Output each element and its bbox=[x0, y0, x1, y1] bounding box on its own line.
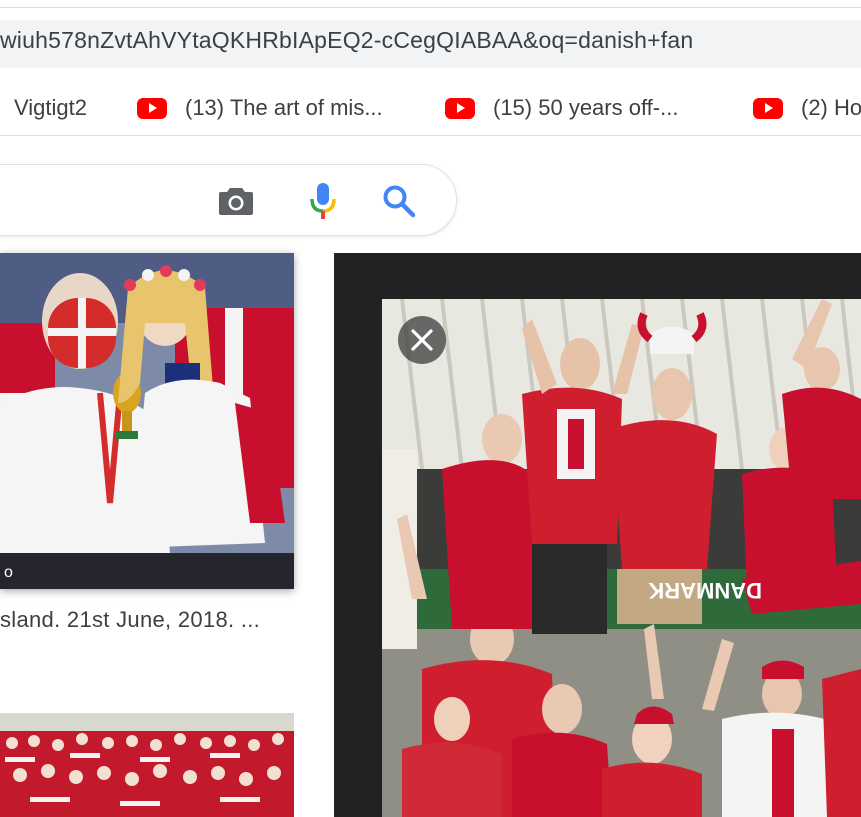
address-bar[interactable]: wiuh578nZvtAhVYtaQKHRbIApEQ2-cCegQIABAA&… bbox=[0, 8, 861, 70]
url-text[interactable]: wiuh578nZvtAhVYtaQKHRbIApEQ2-cCegQIABAA&… bbox=[0, 27, 693, 54]
watermark-text: o bbox=[4, 564, 13, 581]
crowd-photo bbox=[0, 713, 294, 817]
fans-stadium-photo: DANMARK bbox=[382, 299, 861, 817]
result-caption[interactable]: sland. 21st June, 2018. ... bbox=[0, 607, 260, 633]
browser-window: wiuh578nZvtAhVYtaQKHRbIApEQ2-cCegQIABAA&… bbox=[0, 0, 861, 817]
result-thumbnail-2[interactable] bbox=[0, 713, 294, 817]
preview-image[interactable]: DANMARK bbox=[382, 299, 861, 817]
banner-text: DANMARK bbox=[648, 578, 762, 603]
bookmark-youtube-1[interactable]: (13) The art of mis... bbox=[137, 80, 383, 136]
microphone-icon[interactable] bbox=[303, 181, 343, 221]
bookmark-label: (15) 50 years off-... bbox=[493, 95, 679, 120]
tab-strip bbox=[0, 0, 861, 8]
close-icon bbox=[411, 329, 433, 351]
bookmarks-bar: Vigtigt2 (13) The art of mis... (15) 50 … bbox=[0, 80, 861, 136]
bookmark-vigtigt2[interactable]: Vigtigt2 bbox=[14, 80, 87, 136]
close-preview-button[interactable] bbox=[398, 316, 446, 364]
bookmark-label: (2) Ho bbox=[801, 95, 861, 120]
bookmark-youtube-3[interactable]: (2) Ho bbox=[753, 80, 861, 136]
bookmark-label: (13) The art of mis... bbox=[185, 95, 383, 120]
youtube-icon bbox=[137, 97, 167, 119]
result-thumbnail[interactable]: o bbox=[0, 253, 294, 589]
bookmark-label: Vigtigt2 bbox=[14, 95, 87, 120]
search-icon[interactable] bbox=[379, 181, 419, 221]
fans-photo: o bbox=[0, 253, 294, 589]
camera-icon[interactable] bbox=[216, 181, 256, 221]
youtube-icon bbox=[753, 97, 783, 119]
youtube-icon bbox=[445, 97, 475, 119]
bookmark-youtube-2[interactable]: (15) 50 years off-... bbox=[445, 80, 678, 136]
